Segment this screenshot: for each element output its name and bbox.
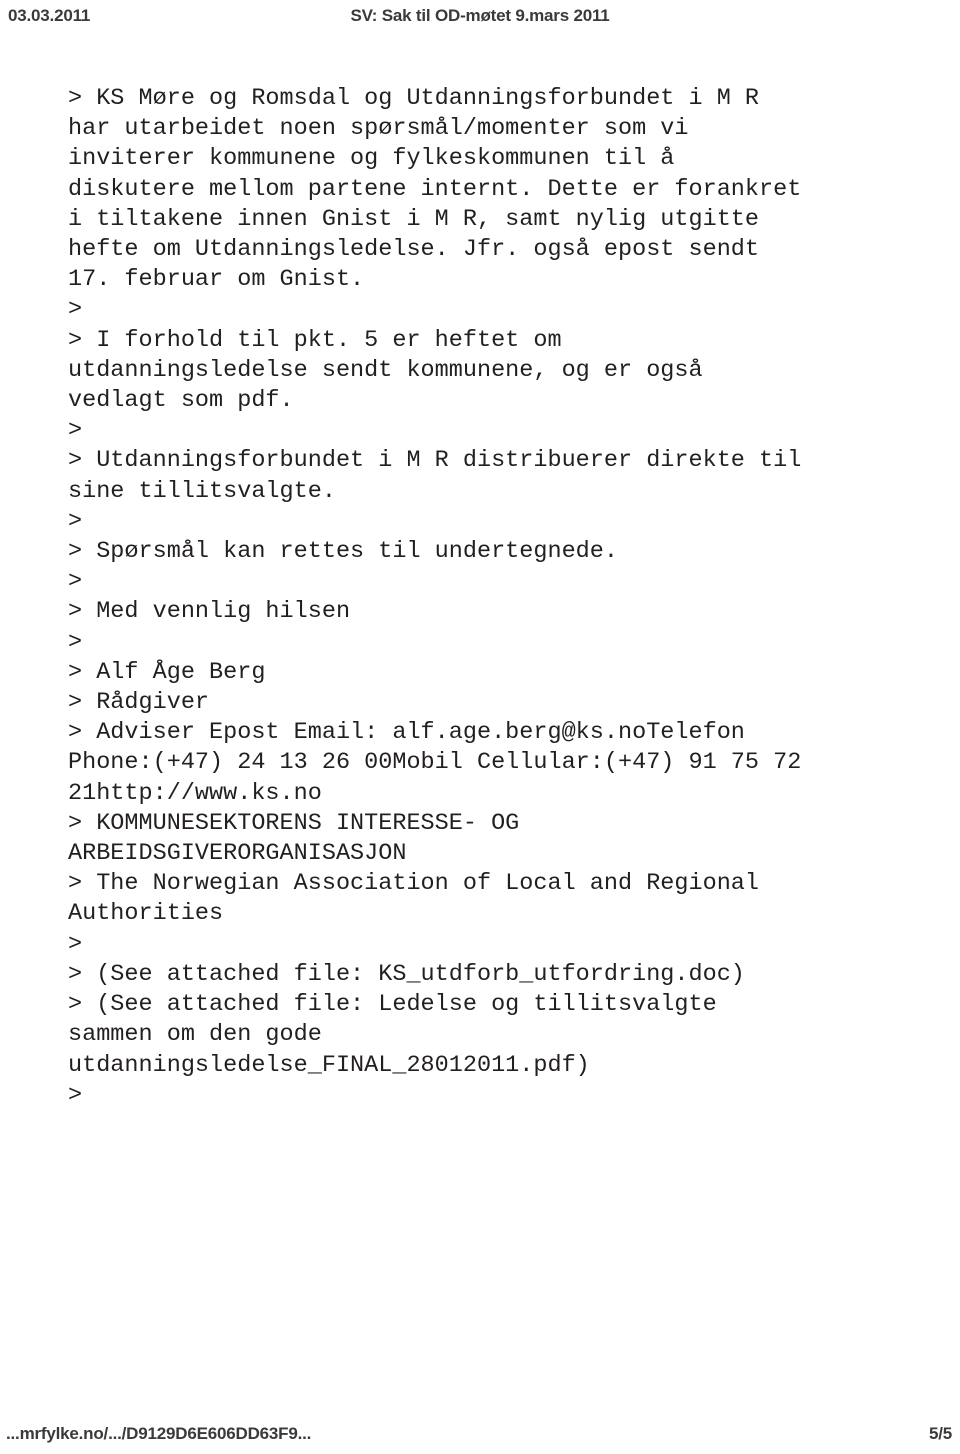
message-line: > bbox=[68, 296, 83, 324]
message-line: > bbox=[68, 930, 83, 958]
message-line: > (See attached file: Ledelse og tillits… bbox=[68, 991, 717, 1019]
message-line: > KS Møre og Romsdal og Utdanningsforbun… bbox=[68, 85, 760, 112]
message-line: inviterer kommunene og fylkeskommunen ti… bbox=[68, 145, 675, 173]
message-line: 17. februar om Gnist. bbox=[68, 266, 365, 294]
message-line: > bbox=[68, 568, 83, 596]
message-line: > bbox=[68, 628, 83, 656]
message-line: utdanningsledelse sendt kommunene, og er… bbox=[68, 356, 703, 384]
message-line: > Adviser Epost Email: alf.age.berg@ks.n… bbox=[68, 719, 745, 747]
message-line: ARBEIDSGIVERORGANISASJON bbox=[68, 840, 407, 868]
message-line: utdanningsledelse_FINAL_28012011.pdf) bbox=[68, 1051, 590, 1079]
message-line: vedlagt som pdf. bbox=[68, 387, 294, 415]
page-footer: ...mrfylke.no/.../D9129D6E606DD63F9... 5… bbox=[0, 1408, 960, 1454]
message-line: > Utdanningsforbundet i M R distribuerer… bbox=[68, 447, 802, 475]
header-document-title: SV: Sak til OD-møtet 9.mars 2011 bbox=[350, 6, 610, 25]
message-line: i tiltakene innen Gnist i M R, samt nyli… bbox=[68, 205, 760, 233]
message-line: 21http://www.ks.no bbox=[68, 779, 322, 807]
message-line: > bbox=[68, 417, 83, 445]
message-line: > bbox=[68, 1081, 83, 1109]
footer-source-url: ...mrfylke.no/.../D9129D6E606DD63F9... bbox=[6, 1424, 312, 1443]
message-line: > Alf Åge Berg bbox=[68, 658, 266, 686]
email-message-body: > KS Møre og Romsdal og Utdanningsforbun… bbox=[68, 84, 908, 1111]
message-line: > (See attached file: KS_utdforb_utfordr… bbox=[68, 960, 745, 988]
message-line: > I forhold til pkt. 5 er heftet om bbox=[68, 326, 562, 354]
footer-page-number: 5/5 bbox=[928, 1424, 952, 1443]
message-line: > bbox=[68, 507, 83, 535]
message-line: Phone:(+47) 24 13 26 00Mobil Cellular:(+… bbox=[68, 749, 802, 777]
message-line: sammen om den gode bbox=[68, 1021, 322, 1049]
message-line: har utarbeidet noen spørsmål/momenter so… bbox=[68, 115, 689, 143]
message-line: hefte om Utdanningsledelse. Jfr. også ep… bbox=[68, 236, 760, 264]
message-line: sine tillitsvalgte. bbox=[68, 477, 336, 505]
message-line: > Med vennlig hilsen bbox=[68, 598, 351, 626]
message-line: > KOMMUNESEKTORENS INTERESSE- OG bbox=[68, 809, 520, 837]
page-header: 03.03.2011 SV: Sak til OD-møtet 9.mars 2… bbox=[0, 0, 960, 46]
message-line: > The Norwegian Association of Local and… bbox=[68, 870, 760, 898]
message-line: > Rådgiver bbox=[68, 689, 210, 717]
message-line: diskutere mellom partene internt. Dette … bbox=[68, 175, 802, 203]
message-line: Authorities bbox=[68, 900, 224, 928]
message-line: > Spørsmål kan rettes til undertegnede. bbox=[68, 538, 618, 566]
